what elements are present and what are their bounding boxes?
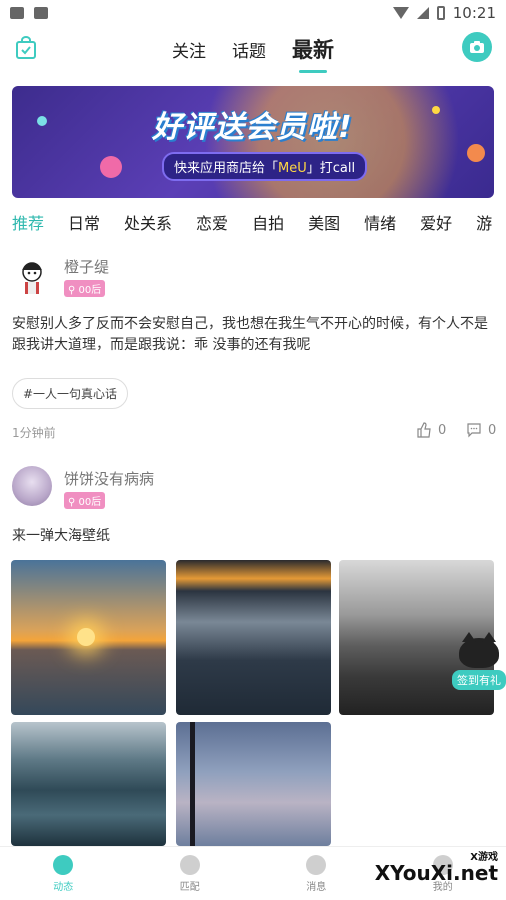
nav-feed[interactable]: 动态	[0, 847, 127, 900]
age-badge-label: 00后	[78, 285, 102, 296]
nav-match-label: 匹配	[179, 881, 200, 893]
sea-photo-dusk[interactable]	[176, 722, 331, 846]
category-tab-romance[interactable]: 恋爱	[196, 206, 228, 244]
category-tab-selfie[interactable]: 自拍	[252, 206, 284, 244]
age-badge-label: 00后	[78, 497, 102, 508]
topic-chip[interactable]: #一人一句真心话	[12, 378, 129, 409]
feed-icon	[53, 854, 74, 875]
category-tab-hobbies[interactable]: 爱好	[420, 206, 452, 244]
comment-button[interactable]: 0	[466, 422, 496, 438]
post-username[interactable]: 橙子缇	[64, 256, 109, 277]
promo-banner[interactable]: 好评送会员啦! 快来应用商店给「MeU」打call	[12, 86, 494, 198]
thumbs-up-icon	[417, 422, 431, 438]
avatar[interactable]	[12, 256, 52, 296]
cat-mascot-icon	[459, 632, 499, 668]
avatar[interactable]	[12, 466, 52, 506]
sun	[77, 628, 95, 646]
tab-latest[interactable]: 最新	[292, 34, 334, 73]
tab-follow[interactable]: 关注	[172, 37, 206, 62]
post-card[interactable]: 饼饼没有病病 ⚲ 00后 来一弹大海壁纸	[0, 460, 506, 846]
post-text: 安慰别人多了反而不会安慰自己，我也想在我生气不开心的时候，有个人不是跟我讲大道理…	[12, 316, 488, 353]
battery-icon	[436, 6, 445, 20]
banner-ball	[467, 144, 485, 162]
comment-icon	[467, 423, 481, 438]
message-icon	[306, 854, 327, 875]
category-tab-emotions[interactable]: 情绪	[364, 206, 396, 244]
comment-count: 0	[488, 422, 497, 438]
sign-in-reward-button[interactable]: 签到有礼	[452, 632, 506, 690]
post-card[interactable]: 橙子缇 ⚲ 00后 安慰别人多了反而不会安慰自己，我也想在我生气不开心的时候，有…	[0, 250, 506, 450]
age-badge: ⚲ 00后	[64, 280, 106, 297]
post-username[interactable]: 饼饼没有病病	[64, 468, 154, 489]
category-tabs: 推荐 日常 处关系 恋爱 自拍 美图 情绪 爱好 游	[0, 206, 506, 244]
age-badge: ⚲ 00后	[64, 492, 106, 509]
category-tab-daily[interactable]: 日常	[68, 206, 100, 244]
banner-subtitle-prefix: 快来应用商店给「	[174, 161, 279, 176]
banner-ball	[37, 116, 47, 126]
like-button[interactable]: 0	[416, 422, 446, 438]
category-tab-recommended[interactable]: 推荐	[12, 206, 44, 244]
nav-messages[interactable]: 消息	[253, 847, 380, 900]
sea-photo-sunset[interactable]	[11, 560, 166, 715]
sea-photo-waves[interactable]	[176, 560, 331, 715]
banner-ball	[100, 156, 122, 178]
banner-subtitle-suffix: 」打call	[306, 161, 356, 176]
category-tab-games[interactable]: 游	[476, 206, 492, 244]
banner-subtitle: 快来应用商店给「MeU」打call	[162, 152, 368, 181]
pole	[190, 722, 195, 846]
heart-icon	[179, 854, 200, 875]
camera-button[interactable]	[462, 32, 492, 62]
watermark-main: XYouXi.net	[374, 861, 498, 885]
post-time: 1分钟前	[12, 426, 56, 440]
top-header: 关注 话题 最新	[0, 26, 506, 74]
sign-in-label: 签到有礼	[452, 670, 506, 690]
category-tab-relationships[interactable]: 处关系	[124, 206, 172, 244]
banner-title: 好评送会员啦!	[152, 110, 353, 145]
category-tab-photos[interactable]: 美图	[308, 206, 340, 244]
banner-ball	[432, 106, 440, 114]
sea-photo-surf[interactable]	[11, 722, 166, 846]
site-watermark: X游戏 XYouXi.net	[375, 848, 498, 885]
nav-feed-label: 动态	[53, 881, 74, 893]
cartoon-avatar-icon	[22, 262, 42, 294]
post-text: 来一弹大海壁纸	[12, 528, 110, 544]
nav-messages-label: 消息	[306, 881, 327, 893]
nav-match[interactable]: 匹配	[127, 847, 254, 900]
status-bar: 10:21	[0, 0, 506, 26]
status-time: 10:21	[452, 4, 496, 22]
signal-icon	[416, 7, 429, 19]
tab-topics[interactable]: 话题	[232, 37, 266, 62]
header-tabs: 关注 话题 最新	[0, 34, 506, 73]
camera-icon	[470, 41, 484, 53]
banner-subtitle-highlight: MeU	[278, 161, 307, 176]
app-notification-icon	[34, 7, 48, 19]
like-count: 0	[438, 422, 447, 438]
gallery-notification-icon	[10, 7, 24, 19]
wifi-icon	[392, 7, 409, 19]
